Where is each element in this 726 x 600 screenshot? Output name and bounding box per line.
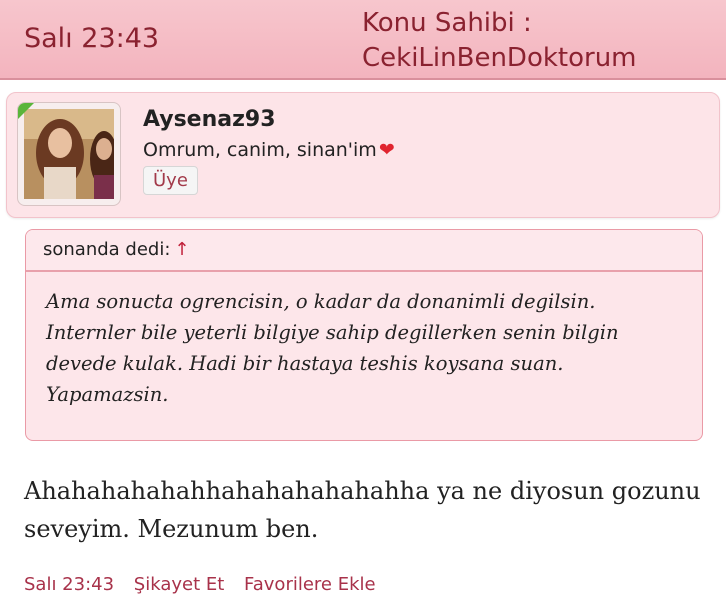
avatar[interactable] xyxy=(17,102,121,206)
user-signature: Omrum, canim, sinan'im ❤ xyxy=(143,139,395,161)
username[interactable]: Aysenaz93 xyxy=(143,107,276,132)
quote-text: Ama sonucta ogrencisin, o kadar da donan… xyxy=(46,290,619,406)
post-footer: Salı 23:43 Şikayet Et Favorilere Ekle xyxy=(24,574,390,595)
online-indicator-icon xyxy=(18,103,34,119)
post-timestamp: Salı 23:43 xyxy=(24,574,115,595)
thread-header: Salı 23:43 Konu Sahibi : CekiLinBenDokto… xyxy=(0,0,726,80)
user-card: Aysenaz93 Omrum, canim, sinan'im ❤ Üye xyxy=(6,92,720,218)
rank-badge: Üye xyxy=(143,166,198,195)
thread-owner-label: Konu Sahibi : xyxy=(362,8,532,38)
signature-text: Omrum, canim, sinan'im xyxy=(143,139,377,161)
post-text: Ahahahahahahhahahahahahahha ya ne diyosu… xyxy=(24,477,701,543)
heart-icon: ❤ xyxy=(378,139,395,161)
thread-owner-name[interactable]: CekiLinBenDoktorum xyxy=(362,41,637,76)
go-to-quote-icon[interactable]: ↑ xyxy=(174,239,189,260)
quote-header: sonanda dedi: ↑ xyxy=(26,230,702,272)
add-favorite-link[interactable]: Favorilere Ekle xyxy=(244,574,376,595)
quote-author: sonanda dedi: xyxy=(43,239,171,260)
avatar-photo xyxy=(24,109,114,199)
quote-block: sonanda dedi: ↑ Ama sonucta ogrencisin, o… xyxy=(25,229,703,441)
report-link[interactable]: Şikayet Et xyxy=(134,574,225,595)
header-timestamp: Salı 23:43 xyxy=(24,23,160,54)
thread-owner: Konu Sahibi : CekiLinBenDoktorum xyxy=(362,6,637,76)
